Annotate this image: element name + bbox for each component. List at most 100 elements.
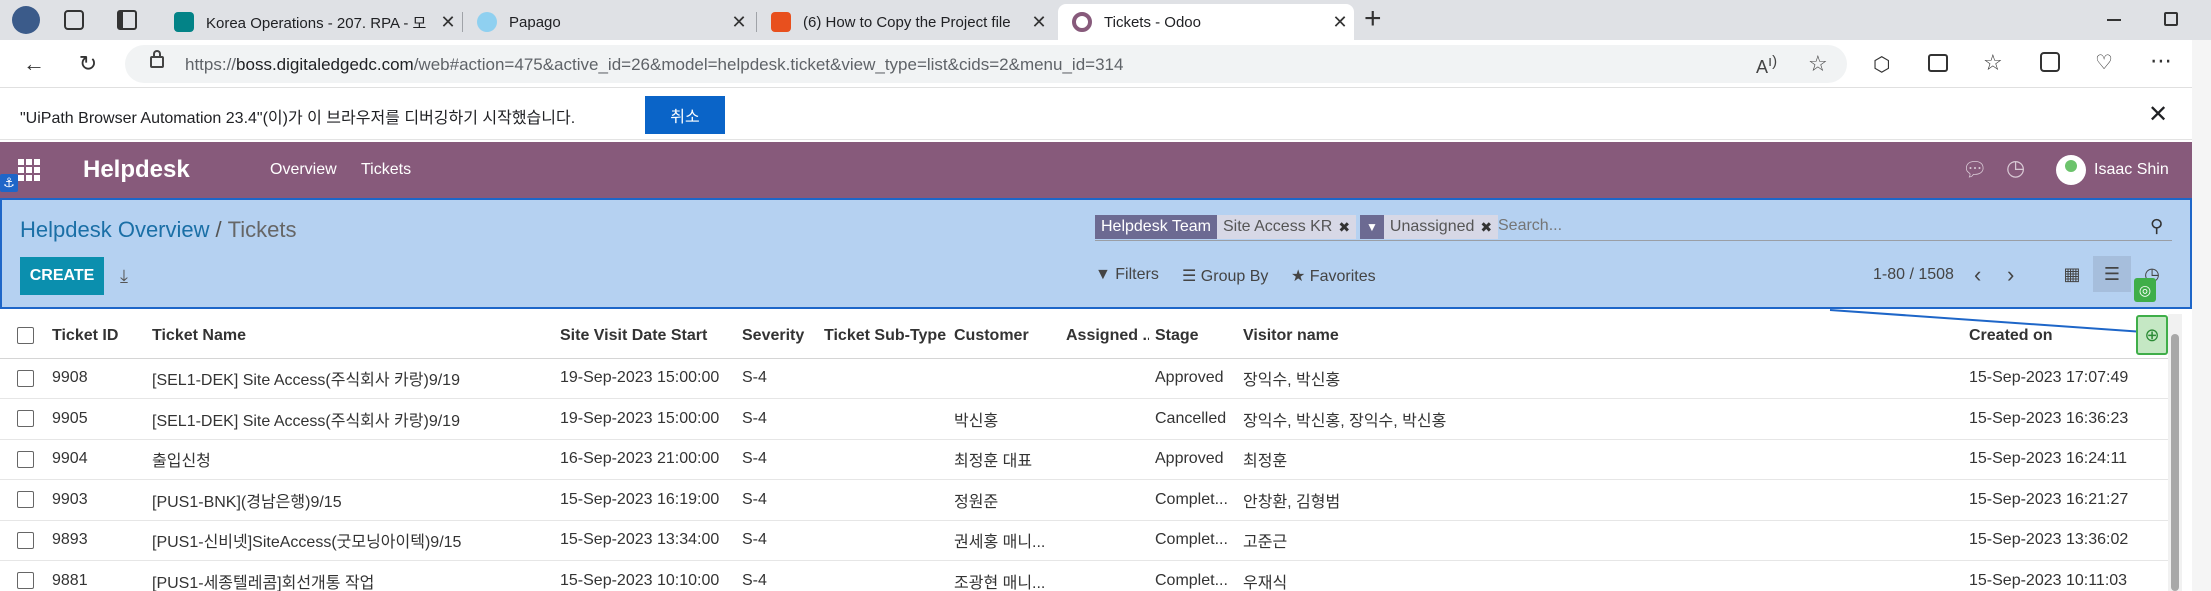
infobar-message: "UiPath Browser Automation 23.4"(이)가 이 브… (20, 110, 576, 127)
collections-icon[interactable] (2040, 52, 2060, 72)
table-cell (818, 560, 948, 591)
table-row[interactable]: 9905 [SEL1-DEK] Site Access(주식회사 카랑)9/19 1… (0, 398, 2168, 440)
favorites-icon[interactable]: ☆ (1983, 50, 2003, 76)
table-cell (818, 358, 948, 399)
profile-avatar[interactable] (12, 6, 40, 34)
column-header[interactable]: Ticket Name (146, 314, 554, 359)
menu-tickets[interactable]: Tickets (361, 161, 411, 179)
tickets-table: Ticket ID Ticket Name Site Visit Date St… (0, 314, 2168, 591)
pager-previous-icon[interactable]: ‹ (1974, 262, 1981, 288)
search-input[interactable] (1498, 217, 2098, 235)
favorites-dropdown[interactable]: ★ Favorites (1291, 266, 1376, 286)
kanban-view-icon[interactable]: ▦ (2053, 256, 2091, 292)
table-row[interactable]: 9903 [PUS1-BNK](경남은행)9/15 15-Sep-2023 16:1… (0, 479, 2168, 521)
table-cell: Cancelled (1149, 398, 1237, 440)
scrollbar-thumb[interactable] (2171, 334, 2179, 591)
extensions-icon[interactable]: ⬡ (1873, 52, 1890, 77)
table-cell: 15-Sep-2023 16:36:23 (1963, 398, 2168, 440)
menu-overview[interactable]: Overview (270, 161, 337, 179)
column-header[interactable]: Visitor name (1237, 314, 1963, 359)
row-checkbox[interactable] (0, 520, 46, 561)
table-cell: S-4 (736, 520, 818, 561)
app-brand[interactable]: Helpdesk (83, 156, 190, 184)
table-cell: [PUS1-세종텔레콤]회선개통 작업 (146, 560, 554, 591)
table-cell: [PUS1-신비넷]SiteAccess(굿모닝아이텍)9/15 (146, 520, 554, 561)
table-cell: 9905 (46, 398, 146, 440)
close-tab-icon[interactable]: ✕ (1025, 12, 1053, 33)
groupby-dropdown[interactable]: ☰ Group By (1182, 266, 1268, 286)
new-tab-button[interactable]: + (1364, 2, 1382, 36)
breadcrumb-overview-link[interactable]: Helpdesk Overview (20, 217, 210, 242)
split-screen-icon[interactable] (1928, 54, 1948, 72)
read-aloud-icon[interactable]: Aı) (1756, 53, 1777, 78)
table-cell (818, 520, 948, 561)
select-all-checkbox[interactable] (0, 314, 46, 359)
column-header[interactable]: Created on (1963, 314, 2168, 359)
filters-dropdown[interactable]: ▼ Filters (1095, 266, 1159, 284)
url-prefix: https:// (185, 55, 237, 74)
table-row[interactable]: 9904 출입신청 16-Sep-2023 21:00:00 S-4 최정훈 대표 App… (0, 439, 2168, 480)
table-cell: 15-Sep-2023 16:19:00 (554, 479, 736, 521)
url-field[interactable]: https://boss.digitaledgedc.com/web#actio… (125, 45, 1847, 83)
column-header[interactable]: Stage (1149, 314, 1237, 359)
row-checkbox[interactable] (0, 358, 46, 399)
pager-next-icon[interactable]: › (2007, 262, 2014, 288)
column-header[interactable]: Ticket ID (46, 314, 146, 359)
table-cell: S-4 (736, 439, 818, 480)
browser-sidebar (2192, 40, 2211, 591)
browser-tab-active[interactable]: Tickets - Odoo ✕ (1058, 4, 1354, 40)
download-icon[interactable]: ⤓ (120, 266, 128, 287)
remove-facet-icon[interactable]: ✖ (1480, 215, 1499, 239)
table-cell: S-4 (736, 398, 818, 440)
browser-tab[interactable]: Papago ✕ (463, 4, 753, 40)
uipath-favicon-icon (771, 12, 791, 32)
tab-actions-icon[interactable] (117, 10, 137, 30)
row-checkbox[interactable] (0, 398, 46, 440)
vertical-scrollbar[interactable] (2168, 314, 2182, 591)
table-cell: 16-Sep-2023 21:00:00 (554, 439, 736, 480)
address-bar-row: ← ↻ https://boss.digitaledgedc.com/web#a… (0, 40, 2211, 88)
row-checkbox[interactable] (0, 479, 46, 521)
column-header[interactable]: Site Visit Date Start (554, 314, 736, 359)
table-row[interactable]: 9881 [PUS1-세종텔레콤]회선개통 작업 15-Sep-2023 10:10… (0, 560, 2168, 591)
browser-tab[interactable]: Korea Operations - 207. RPA - 모 ✕ (160, 4, 462, 40)
table-cell (818, 398, 948, 440)
close-tab-icon[interactable]: ✕ (725, 12, 753, 33)
column-header[interactable]: Ticket Sub-Type (818, 314, 948, 359)
refresh-icon[interactable]: ↻ (72, 48, 104, 80)
restore-icon[interactable] (2164, 12, 2178, 26)
close-infobar-icon[interactable]: ✕ (2148, 100, 2168, 129)
chat-icon[interactable]: 💬︎ (1962, 157, 1987, 182)
table-cell: 장익수, 박신홍 (1237, 358, 1963, 399)
column-header[interactable]: Assigned ... (1060, 314, 1149, 359)
list-view-icon[interactable]: ☰ (2093, 256, 2131, 292)
search-icon[interactable]: ⚲ (2150, 216, 2163, 237)
column-header[interactable]: Customer (948, 314, 1060, 359)
pager-value[interactable]: 1-80 / 1508 (1873, 266, 1954, 284)
url-path: /web#action=475&active_id=26&model=helpd… (413, 55, 1124, 74)
minimize-icon[interactable] (2107, 19, 2121, 21)
row-checkbox[interactable] (0, 560, 46, 591)
table-cell: 15-Sep-2023 10:11:03 (1963, 560, 2168, 591)
back-icon[interactable]: ← (18, 48, 50, 80)
browser-essentials-icon[interactable]: ♡ (2095, 50, 2113, 75)
papago-favicon-icon (477, 12, 497, 32)
activity-clock-icon[interactable]: ◷ (2006, 155, 2025, 181)
row-checkbox[interactable] (0, 439, 46, 480)
workspaces-icon[interactable] (64, 10, 84, 30)
more-menu-icon[interactable]: ⋯ (2150, 48, 2172, 74)
create-button[interactable]: CREATE (20, 257, 104, 295)
close-tab-icon[interactable]: ✕ (434, 12, 462, 33)
cancel-debug-button[interactable]: 취소 (645, 96, 725, 134)
user-menu[interactable]: Isaac Shin (2056, 155, 2169, 185)
remove-facet-icon[interactable]: ✖ (1338, 215, 1357, 239)
app-menu-icon[interactable] (18, 159, 40, 181)
favorite-star-icon[interactable]: ☆ (1808, 51, 1828, 77)
close-tab-icon[interactable]: ✕ (1326, 12, 1354, 33)
column-header[interactable]: Severity (736, 314, 818, 359)
table-row[interactable]: 9908 [SEL1-DEK] Site Access(주식회사 카랑)9/19 1… (0, 358, 2168, 399)
table-row[interactable]: 9893 [PUS1-신비넷]SiteAccess(굿모닝아이텍)9/15 15-S… (0, 520, 2168, 561)
search-bar: Helpdesk Team Site Access KR ✖ ▼ Unassig… (1095, 213, 2172, 241)
browser-tab[interactable]: (6) How to Copy the Project file ✕ (757, 4, 1053, 40)
table-cell: 최정훈 (1237, 439, 1963, 480)
